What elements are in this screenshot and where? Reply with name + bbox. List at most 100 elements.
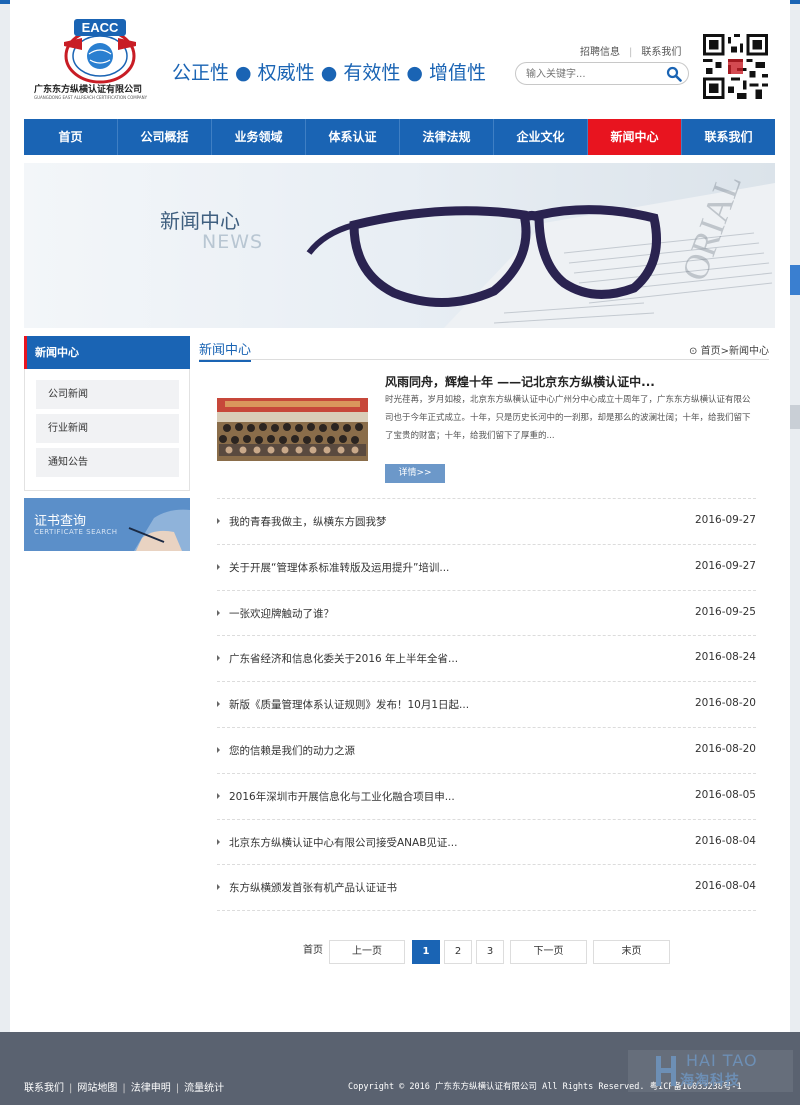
top-links: 招聘信息 | 联系我们 [580,43,681,58]
watermark-logo [656,1056,676,1086]
watermark-text-cn: 海淘科技 [680,1073,740,1089]
nav-item-culture[interactable]: 企业文化 [494,119,588,155]
news-date: 2016-08-05 [694,788,756,801]
nav-item-business[interactable]: 业务领域 [212,119,306,155]
featured-news-title[interactable]: 风雨同舟，辉煌十年 ——记北京东方纵横认证中... [385,373,655,390]
news-row[interactable]: 北京东方纵横认证中心有限公司接受ANAB见证... 2016-08-04 [217,818,756,865]
news-row[interactable]: 关于开展“管理体系标准转版及运用提升”培训... 2016-09-27 [217,543,756,590]
scrollbar-thumb[interactable] [790,405,800,429]
pagination-page-3[interactable]: 3 [476,940,504,964]
sidebar-item-company-news[interactable]: 公司新闻 [36,380,179,409]
news-title[interactable]: 一张欢迎牌触动了谁？ [229,606,334,621]
sidebar-item-industry-news[interactable]: 行业新闻 [36,414,179,443]
bullet-icon [217,884,220,891]
news-row[interactable]: 我的青春我做主，纵横东方圆我梦 2016-09-27 [217,498,756,544]
nav-item-about[interactable]: 公司概括 [118,119,212,155]
top-link-jobs[interactable]: 招聘信息 [580,47,620,58]
news-title[interactable]: 2016年深圳市开展信息化与工业化融合项目申... [229,789,455,804]
pagination-page-2[interactable]: 2 [444,940,472,964]
nav-item-laws[interactable]: 法律法规 [400,119,494,155]
bullet-icon [217,655,220,662]
nav-item-news[interactable]: 新闻中心 [588,119,682,155]
news-row[interactable]: 新版《质量管理体系认证规则》发布！10月1日起... 2016-08-20 [217,681,756,727]
bullet-icon [217,609,220,616]
news-date: 2016-08-20 [694,742,756,755]
bullet-icon [217,838,220,845]
main-nav: 首页 公司概括 业务领域 体系认证 法律法规 企业文化 新闻中心 联系我们 [24,119,775,155]
nav-item-home[interactable]: 首页 [24,119,118,155]
news-title[interactable]: 新版《质量管理体系认证规则》发布！10月1日起... [229,697,469,712]
news-row[interactable]: 您的信赖是我们的动力之源 2016-08-20 [217,726,756,773]
news-row[interactable]: 东方纵横颁发首张有机产品认证证书 2016-08-04 [217,864,756,910]
news-date: 2016-08-04 [694,834,756,847]
watermark-text-en: HAI TAO [686,1051,758,1070]
qr-code [703,34,768,99]
search-icon[interactable] [666,66,682,82]
news-row[interactable]: 2016年深圳市开展信息化与工业化融合项目申... 2016-08-05 [217,772,756,819]
news-date: 2016-08-20 [694,697,756,710]
footer-links: 联系我们 | 网站地图 | 法律申明 | 流量统计 [24,1079,224,1094]
content-title: 新闻中心 [199,339,252,362]
news-date: 2016-09-27 [694,559,756,572]
certificate-search-banner[interactable]: 证书查询 CERTIFICATE SEARCH [24,498,190,551]
bullet-icon [217,792,220,799]
side-tab[interactable] [790,265,800,295]
news-date: 2016-09-25 [694,605,756,618]
bullet-icon [217,746,220,753]
banner-subtitle: NEWS [202,231,264,253]
featured-news-summary: 时光荏苒，岁月如梭，北京东方纵横认证中心广州分中心成立十周年了，广东东方纵横认证… [385,395,751,441]
news-title[interactable]: 我的青春我做主，纵横东方圆我梦 [229,514,387,529]
news-title[interactable]: 广东省经济和信息化委关于2016 年上半年全省... [229,651,458,666]
bullet-icon [217,701,220,708]
company-name: 广东东方纵横认证有限公司 [34,85,143,95]
pagination-next[interactable]: 下一页 [510,940,587,964]
featured-details-button[interactable]: 详情>> [385,464,445,483]
nav-item-contact[interactable]: 联系我们 [682,119,775,155]
company-name-en: GUANGDONG EAST ALLREACH CERTIFICATION CO… [34,95,148,100]
search-input[interactable] [526,66,666,82]
news-title[interactable]: 东方纵横颁发首张有机产品认证证书 [229,880,397,895]
pagination-last[interactable]: 末页 [593,940,670,964]
bullet-icon [217,563,220,570]
news-date: 2016-08-24 [694,651,756,664]
news-date: 2016-08-04 [694,880,756,893]
news-row[interactable]: 一张欢迎牌触动了谁？ 2016-09-25 [217,589,756,636]
sidebar-title: 新闻中心 [24,336,190,369]
breadcrumb-icon: ⊙ [689,346,701,357]
top-link-contact[interactable]: 联系我们 [641,47,681,58]
footer-link-stats[interactable]: 流量统计 [184,1083,224,1094]
slogan: 公正性 ● 权威性 ● 有效性 ● 增值性 [172,62,486,84]
news-date: 2016-09-27 [694,514,756,526]
sidebar-item-notices[interactable]: 通知公告 [36,448,179,477]
list-divider [217,910,756,911]
search-box [515,62,689,85]
featured-news-photo[interactable] [217,398,368,461]
news-title[interactable]: 北京东方纵横认证中心有限公司接受ANAB见证... [229,835,457,850]
news-title[interactable]: 关于开展“管理体系标准转版及运用提升”培训... [229,560,449,575]
nav-item-certification[interactable]: 体系认证 [306,119,400,155]
certificate-search-subtitle: CERTIFICATE SEARCH [34,528,118,536]
news-list: 我的青春我做主，纵横东方圆我梦 2016-09-27 关于开展“管理体系标准转版及… [217,498,756,910]
divider: | [122,1083,126,1094]
breadcrumb: ⊙ 首页>新闻中心 [689,342,769,357]
bullet-icon [217,518,220,524]
breadcrumb-text[interactable]: 首页>新闻中心 [701,346,769,357]
news-row[interactable]: 广东省经济和信息化委关于2016 年上半年全省... 2016-08-24 [217,635,756,681]
certificate-search-title: 证书查询 [34,514,87,529]
footer-link-contact[interactable]: 联系我们 [24,1083,64,1094]
footer-link-sitemap[interactable]: 网站地图 [77,1083,117,1094]
sidebar-menu: 公司新闻 行业新闻 通知公告 [24,369,190,491]
glasses-illustration: ORIAL [24,163,775,328]
divider: | [175,1083,180,1094]
news-title[interactable]: 您的信赖是我们的动力之源 [229,743,355,758]
pagination-prev[interactable]: 上一页 [329,940,405,964]
content-header: 新闻中心 ⊙ 首页>新闻中心 [199,338,769,362]
pagination-first[interactable]: 首页 [297,940,329,964]
footer-link-legal[interactable]: 法律申明 [131,1083,171,1094]
banner-title: 新闻中心 [160,209,240,233]
divider: | [69,1083,73,1094]
news-banner: ORIAL 新闻中心 NEWS [24,163,775,328]
pagination-page-1[interactable]: 1 [412,940,440,964]
divider: | [629,47,633,58]
logo-badge-text: EACC [82,20,119,35]
